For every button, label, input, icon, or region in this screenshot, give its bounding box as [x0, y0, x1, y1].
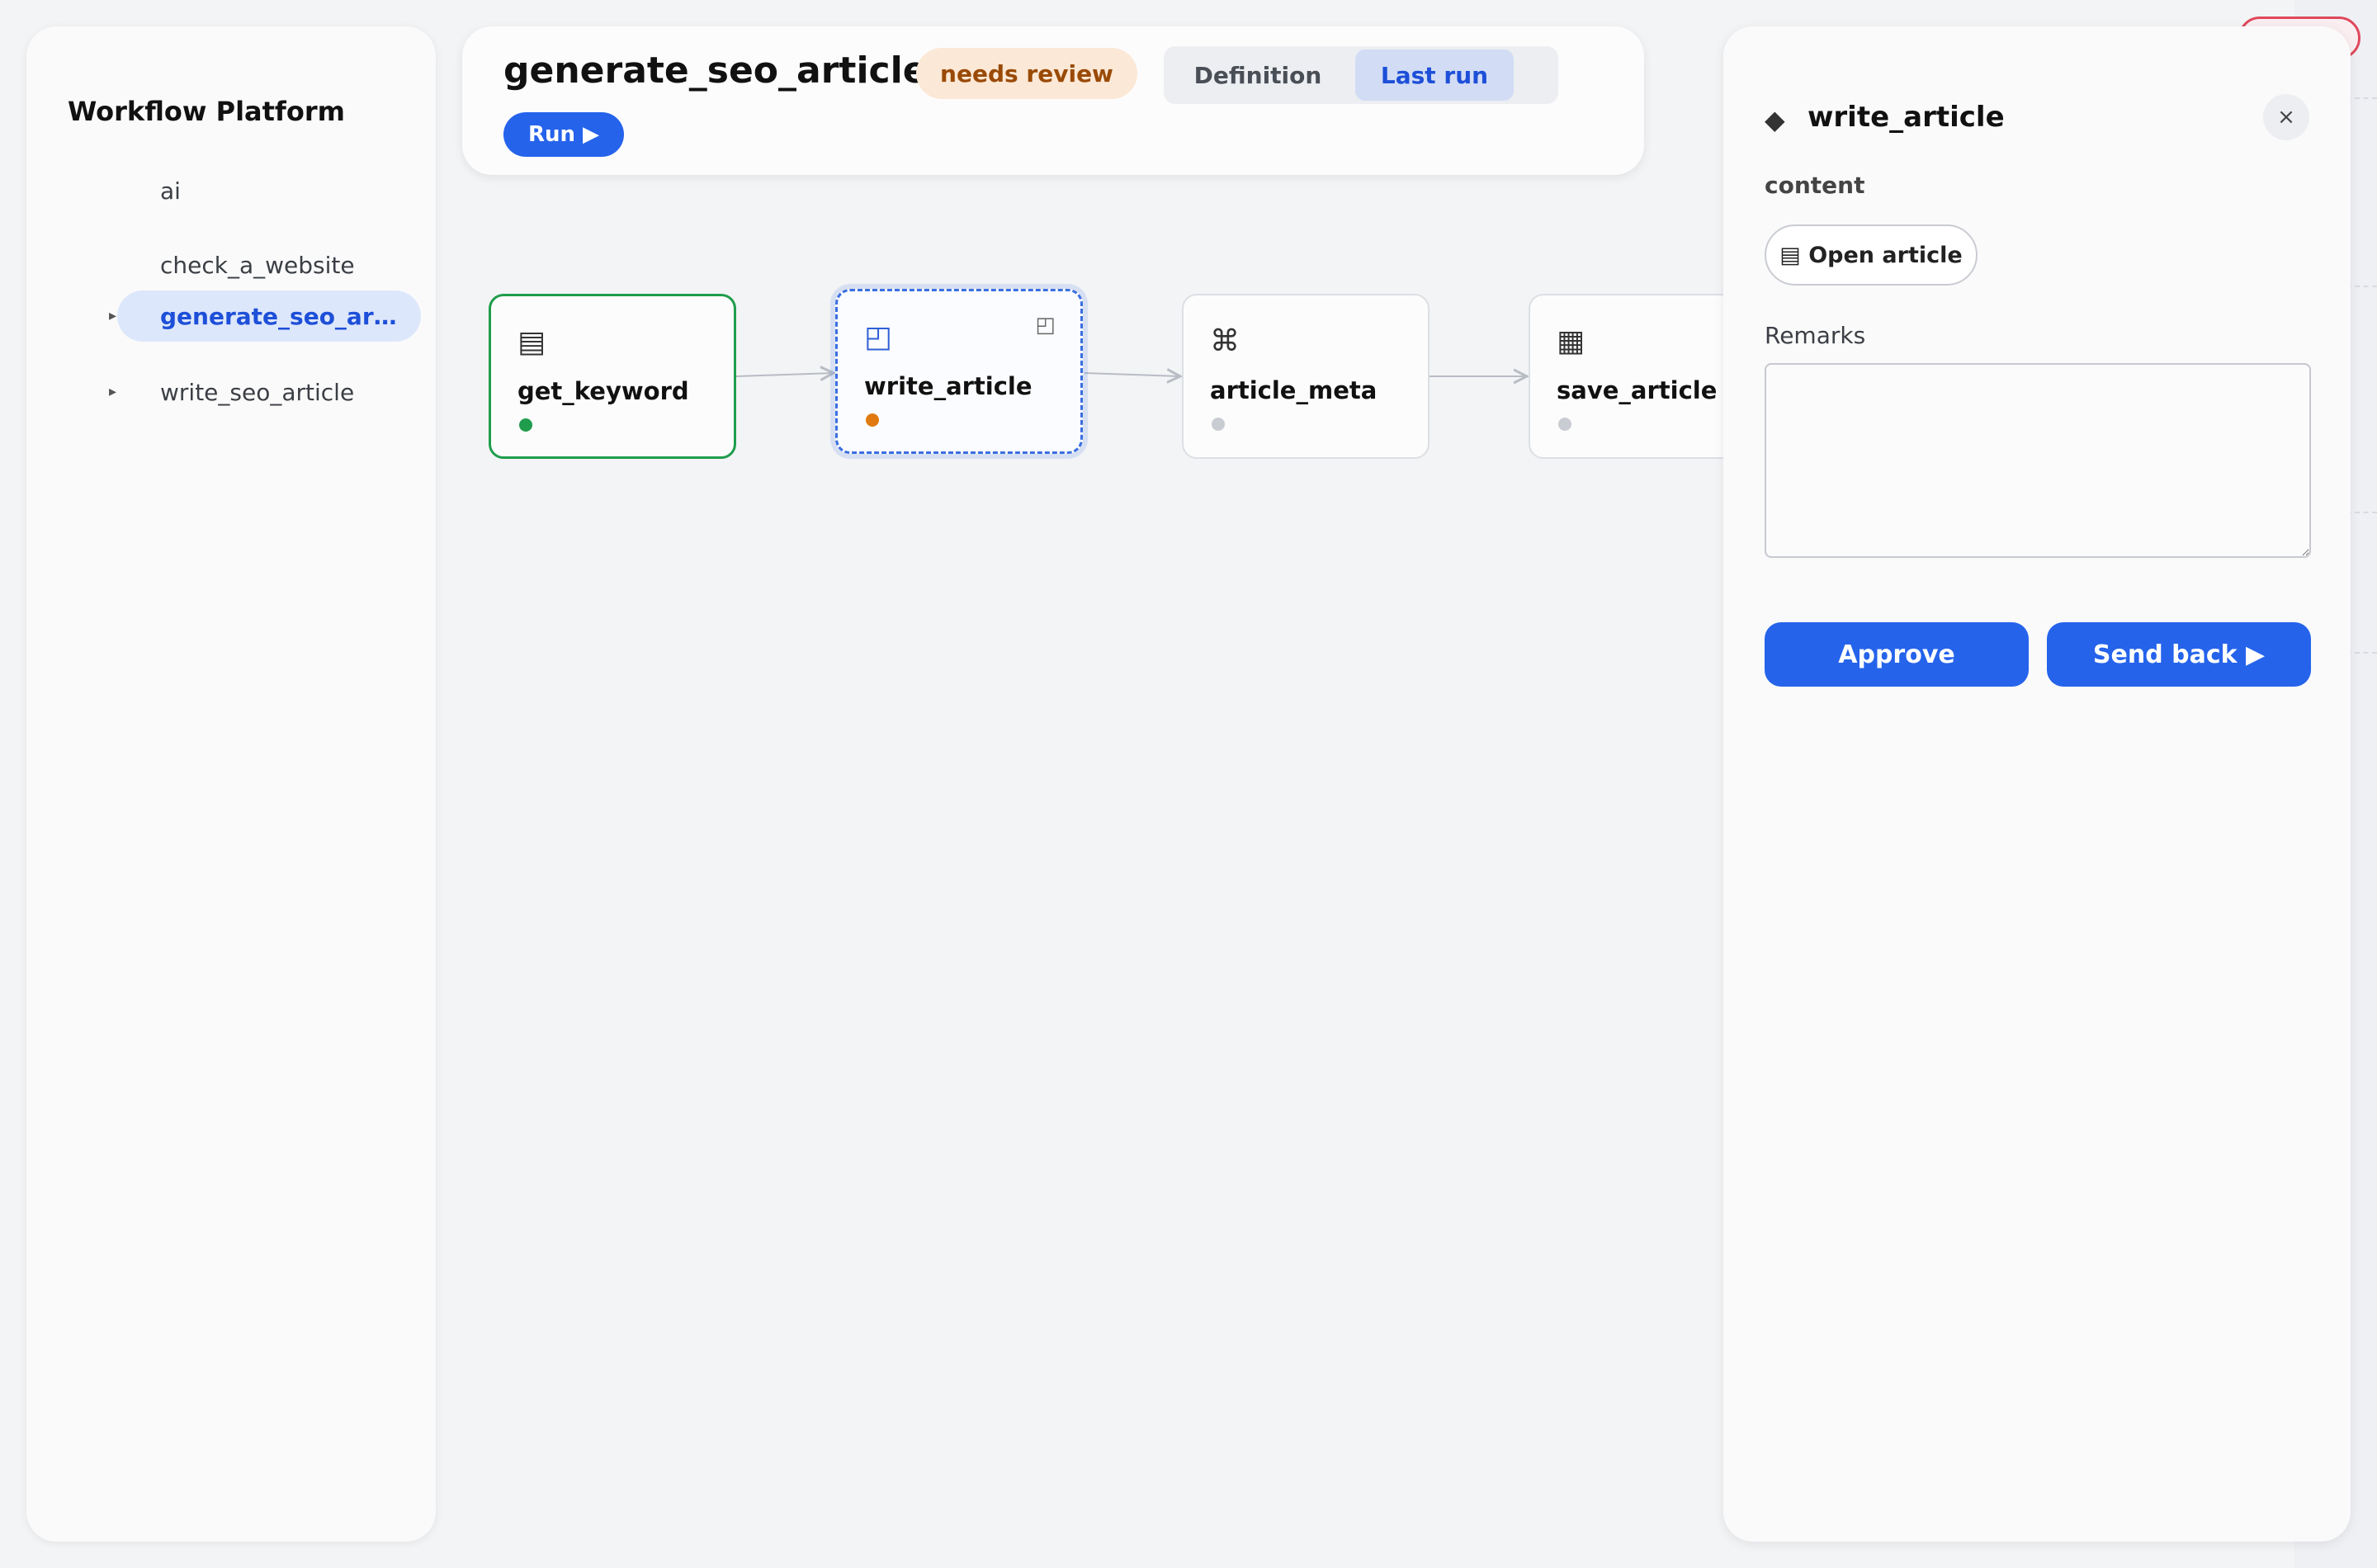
document-icon: ▤ — [517, 325, 546, 359]
approve-button[interactable]: Approve — [1765, 622, 2029, 687]
node-detail-panel: ◆ write_article × content ▤ Open article… — [1723, 26, 2351, 1542]
node-label: article_meta — [1210, 376, 1378, 404]
section-label-content: content — [1765, 172, 1865, 199]
status-dot — [1558, 418, 1571, 431]
remarks-label: Remarks — [1765, 322, 1866, 349]
close-button[interactable]: × — [2263, 94, 2309, 140]
grid-icon: ▦ — [1557, 324, 1585, 358]
diamond-icon: ◆ — [1765, 104, 1785, 135]
open-panel-icon[interactable]: ◰ — [1035, 313, 1056, 338]
panel-title: write_article — [1808, 101, 2005, 134]
status-dot — [866, 413, 879, 427]
node-get-keyword[interactable]: ▤ get_keyword — [489, 294, 736, 459]
node-write-article[interactable]: ◰ ◰ write_article — [835, 289, 1083, 454]
remarks-input[interactable] — [1765, 363, 2311, 558]
edit-panel-icon: ◰ — [864, 320, 893, 354]
edge-get-keyword-to-write-article — [735, 373, 834, 376]
edge-write-article-to-article-meta — [1084, 373, 1180, 376]
command-icon: ⌘ — [1210, 324, 1240, 358]
node-label: write_article — [864, 372, 1033, 400]
node-label: save_article — [1557, 376, 1718, 404]
node-article-meta[interactable]: ⌘ article_meta — [1182, 294, 1430, 459]
status-dot — [1212, 418, 1225, 431]
send-back-button[interactable]: Send back ▶ — [2047, 622, 2311, 687]
open-article-button[interactable]: ▤ Open article — [1765, 224, 1978, 286]
status-dot — [519, 418, 532, 432]
node-label: get_keyword — [517, 377, 689, 405]
close-icon: × — [2277, 105, 2295, 130]
